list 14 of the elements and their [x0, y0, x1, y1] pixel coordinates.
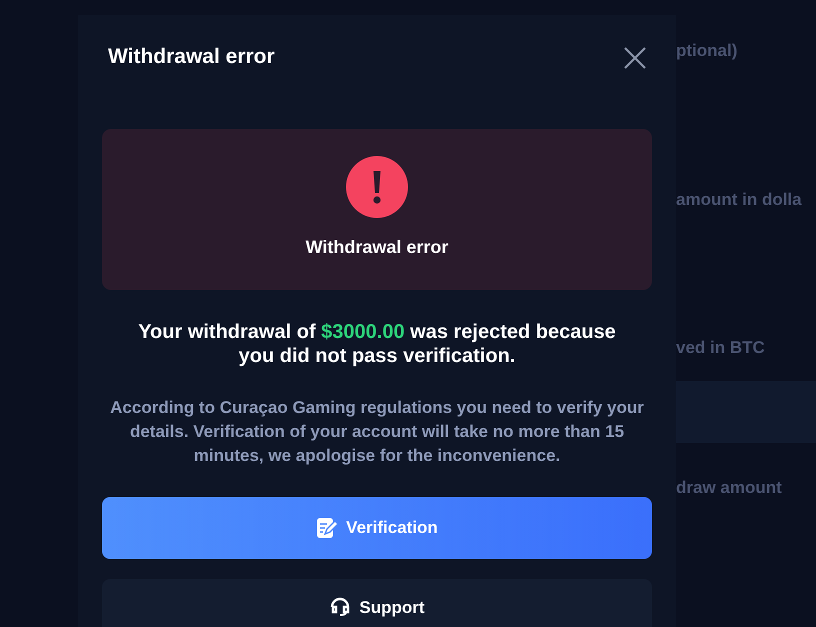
dialog-title: Withdrawal error — [108, 44, 275, 70]
close-icon[interactable] — [624, 47, 646, 69]
background-label: amount in dolla — [676, 188, 803, 210]
background-label: ptional) — [676, 40, 738, 62]
background-label: ved in BTC — [676, 337, 766, 359]
rejection-message: Your withdrawal of $3000.00 was rejected because you did not pass verification. — [137, 320, 617, 368]
background-label: draw amount — [676, 476, 783, 498]
verification-note: According to Curaçao Gaming regulations you need to verify your details. Verification of your account will take no more than 15 minutes, we apologise for the inconvenience. — [109, 397, 645, 467]
edit-document-icon — [316, 517, 338, 539]
headset-icon — [329, 595, 352, 617]
banner-title: Withdrawal error — [306, 236, 448, 259]
support-button[interactable]: Support — [102, 579, 652, 627]
exclamation-icon — [346, 156, 408, 218]
verification-button[interactable]: Verification — [102, 497, 652, 559]
